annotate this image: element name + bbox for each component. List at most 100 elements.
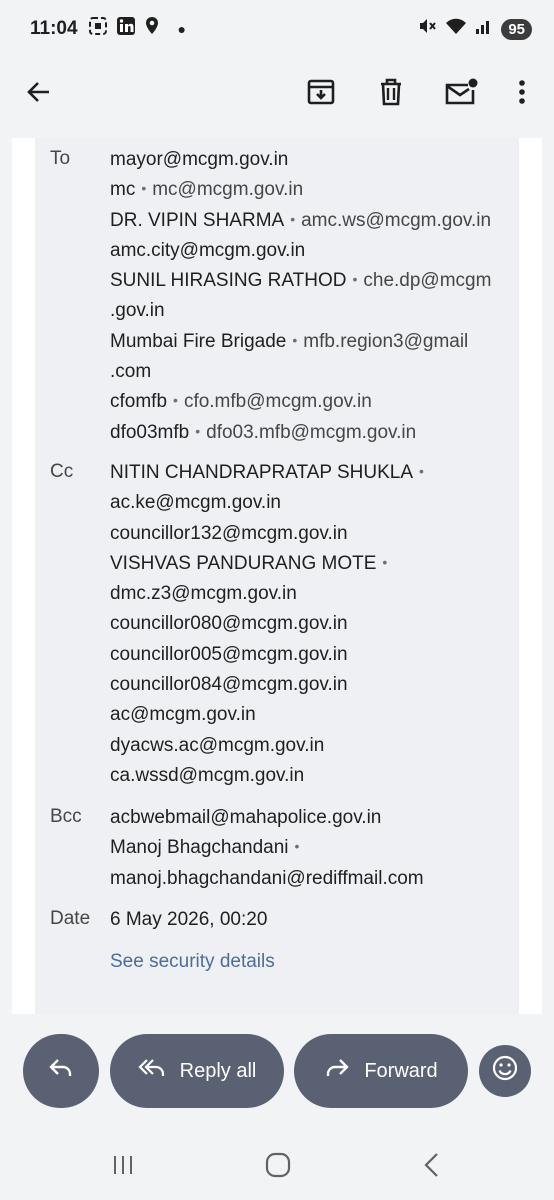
more-vert-icon[interactable] bbox=[502, 72, 542, 112]
screenshot-icon bbox=[88, 16, 108, 42]
back-arrow-icon[interactable] bbox=[19, 72, 59, 112]
recipient-details: To mayor@mcgm.gov.in mc • mc@mcgm.gov.in DR.… bbox=[35, 138, 519, 1014]
recipient-email: councillor080@mcgm.gov.in bbox=[110, 613, 348, 635]
forward-label: Forward bbox=[364, 1059, 438, 1082]
status-bar: 11:04 ● 95 bbox=[0, 0, 554, 58]
recipient-line[interactable]: NITIN CHANDRAPRATAP SHUKLA • bbox=[110, 461, 510, 491]
linkedin-icon bbox=[116, 16, 136, 42]
recipient-name: VISHVAS PANDURANG MOTE bbox=[110, 552, 377, 574]
separator-dot: • bbox=[141, 180, 147, 197]
dot-icon: ● bbox=[177, 21, 187, 37]
separator-dot: • bbox=[294, 838, 300, 855]
recipient-email: mayor@mcgm.gov.in bbox=[110, 149, 289, 170]
recipient-email: ac@mcgm.gov.in bbox=[110, 704, 256, 726]
separator-dot: • bbox=[352, 271, 358, 288]
recipient-line[interactable]: cfomfb • cfo.mfb@mcgm.gov.in bbox=[110, 390, 510, 420]
separator-dot: • bbox=[290, 210, 296, 227]
recipient-email: amc.city@mcgm.gov.in bbox=[110, 239, 306, 261]
delete-icon[interactable] bbox=[371, 72, 411, 112]
recipient-line[interactable]: mayor@mcgm.gov.in bbox=[110, 148, 510, 178]
separator-dot: • bbox=[173, 392, 178, 409]
battery-indicator: 95 bbox=[501, 18, 532, 40]
recipient-line[interactable]: amc.city@mcgm.gov.in bbox=[110, 239, 510, 269]
recipient-name: NITIN CHANDRAPRATAP SHUKLA bbox=[110, 462, 413, 483]
recipient-email: dyacws.ac@mcgm.gov.in bbox=[110, 734, 325, 756]
recipient-email: manoj.bhagchandani@rediffmail.com bbox=[110, 867, 424, 889]
reply-all-icon bbox=[138, 1057, 166, 1085]
recipient-email: che.dp@mcgm bbox=[363, 270, 492, 292]
separator-dot: • bbox=[195, 422, 201, 439]
forward-icon bbox=[324, 1057, 350, 1085]
recipient-line[interactable]: ac@mcgm.gov.in bbox=[110, 703, 510, 733]
mark-unread-icon[interactable] bbox=[441, 72, 481, 112]
message-details-card: To mayor@mcgm.gov.in mc • mc@mcgm.gov.in DR.… bbox=[12, 138, 542, 1014]
status-time: 11:04 bbox=[30, 18, 78, 39]
recipient-email: acbwebmail@mahapolice.gov.in bbox=[110, 807, 382, 828]
recipient-email: councillor005@mcgm.gov.in bbox=[110, 643, 348, 665]
recent-apps-icon[interactable] bbox=[103, 1148, 143, 1182]
recipient-line[interactable]: .com bbox=[110, 360, 510, 390]
emoji-reaction-button[interactable] bbox=[479, 1045, 531, 1097]
recipient-line[interactable]: DR. VIPIN SHARMA • amc.ws@mcgm.gov.in bbox=[110, 209, 510, 239]
recipient-line[interactable]: manoj.bhagchandani@rediffmail.com bbox=[110, 867, 510, 897]
reply-icon bbox=[48, 1057, 74, 1085]
home-icon[interactable] bbox=[258, 1148, 298, 1182]
archive-icon[interactable] bbox=[301, 72, 341, 112]
recipient-email: ac.ke@mcgm.gov.in bbox=[110, 492, 281, 514]
action-bar: Reply all Forward bbox=[0, 1034, 554, 1110]
location-icon bbox=[144, 16, 160, 42]
mute-icon bbox=[417, 16, 437, 42]
recipient-line[interactable]: dmc.z3@mcgm.gov.in bbox=[110, 582, 510, 612]
back-nav-icon[interactable] bbox=[412, 1148, 452, 1182]
recipient-line[interactable]: councillor080@mcgm.gov.in bbox=[110, 612, 510, 642]
recipient-email: .gov.in bbox=[110, 300, 165, 322]
recipient-email: cfo.mfb@mcgm.gov.in bbox=[183, 391, 372, 413]
wifi-icon bbox=[445, 16, 467, 42]
recipient-name: Manoj Bhagchandani bbox=[110, 837, 289, 859]
email-toolbar bbox=[0, 58, 554, 126]
forward-button[interactable]: Forward bbox=[294, 1034, 468, 1108]
reply-button[interactable] bbox=[23, 1034, 99, 1108]
recipient-name: Mumbai Fire Brigade bbox=[110, 330, 287, 352]
bcc-recipient-list: acbwebmail@mahapolice.gov.in Manoj Bhagch… bbox=[110, 806, 510, 897]
separator-dot: • bbox=[419, 463, 424, 479]
recipient-line[interactable]: dfo03mfb • dfo03.mfb@mcgm.gov.in bbox=[110, 421, 510, 451]
recipient-name: SUNIL HIRASING RATHOD bbox=[110, 270, 347, 292]
reply-all-button[interactable]: Reply all bbox=[110, 1034, 284, 1108]
recipient-line[interactable]: councillor084@mcgm.gov.in bbox=[110, 673, 510, 703]
recipient-line[interactable]: .gov.in bbox=[110, 299, 510, 329]
recipient-line[interactable]: ca.wssd@mcgm.gov.in bbox=[110, 764, 510, 794]
recipient-email: dfo03.mfb@mcgm.gov.in bbox=[206, 421, 417, 443]
recipient-name: DR. VIPIN SHARMA bbox=[110, 209, 285, 231]
to-recipient-list: mayor@mcgm.gov.in mc • mc@mcgm.gov.in DR. VI… bbox=[110, 148, 510, 451]
emoji-icon bbox=[491, 1054, 519, 1088]
recipient-line[interactable]: VISHVAS PANDURANG MOTE • bbox=[110, 552, 510, 582]
recipient-email: dmc.z3@mcgm.gov.in bbox=[110, 583, 297, 605]
recipient-line[interactable]: acbwebmail@mahapolice.gov.in bbox=[110, 806, 510, 836]
recipient-line[interactable]: councillor132@mcgm.gov.in bbox=[110, 522, 510, 552]
cc-recipient-list: NITIN CHANDRAPRATAP SHUKLA • ac.ke@mcgm.go… bbox=[110, 461, 510, 794]
signal-icon bbox=[475, 16, 493, 42]
recipient-name: dfo03mfb bbox=[110, 421, 190, 443]
recipient-line[interactable]: Manoj Bhagchandani • bbox=[110, 836, 510, 866]
date-value: 6 May 2026, 00:20 bbox=[110, 909, 268, 930]
recipient-line[interactable]: dyacws.ac@mcgm.gov.in bbox=[110, 734, 510, 764]
recipient-email: .com bbox=[110, 361, 152, 383]
see-security-details-link[interactable]: See security details bbox=[110, 950, 510, 980]
cc-label: Cc bbox=[50, 461, 74, 482]
recipient-line[interactable]: Mumbai Fire Brigade • mfb.region3@gmail bbox=[110, 330, 510, 360]
recipient-line[interactable]: SUNIL HIRASING RATHOD • che.dp@mcgm bbox=[110, 269, 510, 299]
bcc-label: Bcc bbox=[50, 806, 82, 827]
recipient-email: mc@mcgm.gov.in bbox=[152, 179, 304, 201]
recipient-name: mc bbox=[110, 179, 136, 201]
recipient-email: mfb.region3@gmail bbox=[303, 330, 469, 352]
recipient-line[interactable]: ac.ke@mcgm.gov.in bbox=[110, 491, 510, 521]
recipient-email: councillor084@mcgm.gov.in bbox=[110, 674, 348, 696]
recipient-name: cfomfb bbox=[110, 391, 168, 413]
separator-dot: • bbox=[292, 331, 298, 348]
recipient-line[interactable]: councillor005@mcgm.gov.in bbox=[110, 643, 510, 673]
reply-all-label: Reply all bbox=[179, 1059, 257, 1082]
separator-dot: • bbox=[382, 553, 388, 570]
recipient-line[interactable]: mc • mc@mcgm.gov.in bbox=[110, 178, 510, 208]
system-nav-bar bbox=[0, 1130, 554, 1200]
